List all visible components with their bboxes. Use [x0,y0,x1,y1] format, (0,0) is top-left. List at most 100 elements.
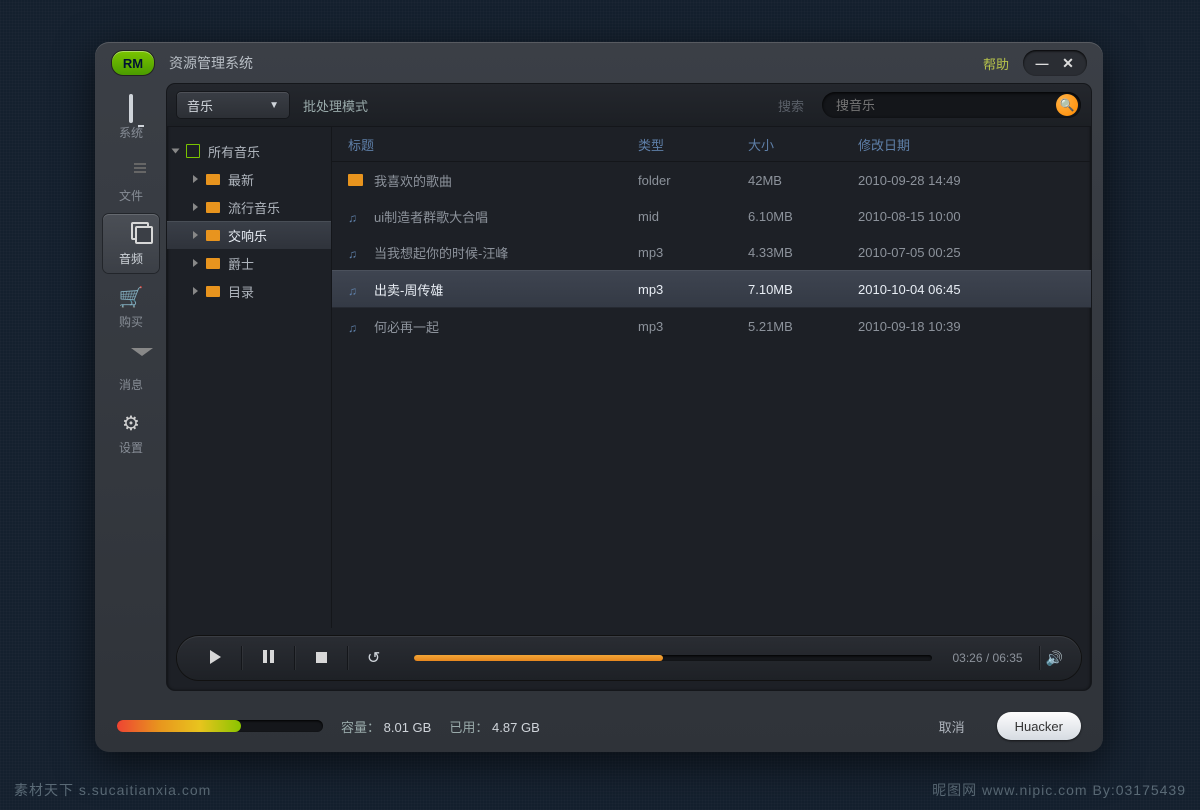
tree-item-pop[interactable]: 流行音乐 [167,193,331,221]
user-pill[interactable]: Huacker [997,712,1081,740]
music-note-icon: ♫ [348,321,366,335]
batch-mode-label[interactable]: 批处理模式 [303,96,368,115]
cell-size: 4.33MB [748,245,858,260]
tree-item-label: 最新 [228,170,254,189]
col-date[interactable]: 修改日期 [858,135,1075,154]
cell-title: 我喜欢的歌曲 [374,174,452,189]
tree-item-label: 爵士 [228,254,254,273]
sidebar: 系统 文件 音频 🛒 购买 消息 ⚙ 设置 [95,84,167,690]
tree-item-jazz[interactable]: 爵士 [167,249,331,277]
folder-icon [206,174,220,185]
tree-item-label: 所有音乐 [208,142,260,161]
toolbar: 音乐 ▼ 批处理模式 搜索 🔍 [167,84,1091,127]
music-note-icon: ♫ [348,211,366,225]
titlebar: RM 资源管理系统 帮助 — ✕ [95,42,1103,84]
search-box: 🔍 [822,92,1081,118]
cancel-button[interactable]: 取消 [939,717,965,736]
category-dropdown[interactable]: 音乐 ▼ [177,92,289,118]
table-row[interactable]: 我喜欢的歌曲 folder42MB2010-09-28 14:49 [332,162,1091,198]
capacity-info: 容量： 8.01 GB 已用： 4.87 GB [341,717,540,736]
col-type[interactable]: 类型 [638,135,748,154]
cell-date: 2010-07-05 00:25 [858,245,1075,260]
repeat-icon: ↻ [367,648,380,668]
app-window: RM 资源管理系统 帮助 — ✕ 系统 文件 音频 🛒 购买 [95,42,1103,752]
play-button[interactable] [195,650,235,667]
sidebar-item-label: 音频 [103,250,159,267]
chevron-down-icon [172,149,180,154]
volume-button[interactable]: 🔊 [1046,650,1063,667]
chevron-right-icon [193,203,198,211]
minimize-button[interactable]: — [1029,53,1055,73]
folder-tree: 所有音乐 最新 流行音乐 交响乐 [167,127,332,628]
tree-item-label: 流行音乐 [228,198,280,217]
stop-button[interactable] [301,650,341,666]
search-input[interactable] [834,97,1056,114]
cell-size: 42MB [748,173,858,188]
tree-item-latest[interactable]: 最新 [167,165,331,193]
music-root-icon [186,144,200,158]
cart-icon: 🛒 [103,285,159,311]
watermark-right: 昵图网 www.nipic.com By:03175439 [932,780,1186,800]
tree-item-catalog[interactable]: 目录 [167,277,331,305]
table-header: 标题 类型 大小 修改日期 [332,127,1091,162]
tree-item-label: 目录 [228,282,254,301]
sidebar-item-buy[interactable]: 🛒 购买 [103,277,159,336]
search-icon: 🔍 [1060,98,1075,112]
sidebar-item-settings[interactable]: ⚙ 设置 [103,403,159,462]
pause-button[interactable] [248,650,288,666]
sidebar-item-label: 设置 [103,439,159,456]
col-title[interactable]: 标题 [348,135,638,154]
pause-icon [263,650,274,663]
folder-icon [348,174,366,189]
sidebar-item-messages[interactable]: 消息 [103,340,159,399]
progress-bar[interactable] [414,655,932,661]
chevron-right-icon [193,175,198,183]
cell-size: 7.10MB [748,282,858,297]
cell-date: 2010-10-04 06:45 [858,282,1075,297]
cell-type: folder [638,173,748,188]
search-button[interactable]: 🔍 [1056,94,1078,116]
mail-icon [103,348,159,374]
table-row[interactable]: ♫ 当我想起你的时候-汪峰 mp34.33MB2010-07-05 00:25 [332,234,1091,270]
cell-title: 当我想起你的时候-汪峰 [374,246,508,261]
tree-root[interactable]: 所有音乐 [167,137,331,165]
main-panel: 音乐 ▼ 批处理模式 搜索 🔍 所有 [167,84,1091,690]
folder-icon [206,230,220,241]
chevron-right-icon [193,287,198,295]
gear-icon: ⚙ [103,411,159,437]
folder-icon [206,286,220,297]
footer: 容量： 8.01 GB 已用： 4.87 GB 取消 Huacker [95,700,1103,752]
cell-date: 2010-08-15 10:00 [858,209,1075,224]
help-link[interactable]: 帮助 [983,54,1009,73]
cell-date: 2010-09-18 10:39 [858,319,1075,334]
table-row[interactable]: ♫ ui制造者群歌大合唱 mid6.10MB2010-08-15 10:00 [332,198,1091,234]
tree-item-symphony[interactable]: 交响乐 [167,221,331,249]
cell-size: 5.21MB [748,319,858,334]
sidebar-item-audio[interactable]: 音频 [103,214,159,273]
file-icon [103,159,159,185]
watermark-left: 素材天下 s.sucaitianxia.com [14,780,211,800]
cell-type: mid [638,209,748,224]
cell-type: mp3 [638,282,748,297]
sidebar-item-system[interactable]: 系统 [103,88,159,147]
chevron-down-icon: ▼ [269,100,279,111]
cell-type: mp3 [638,245,748,260]
search-label: 搜索 [778,96,804,115]
table-row[interactable]: ♫出卖-周传雄mp37.10MB2010-10-04 06:45 [332,270,1091,308]
file-table: 标题 类型 大小 修改日期 我喜欢的歌曲 folder42MB2010-09-28… [332,127,1091,628]
play-icon [210,650,221,664]
app-title: 资源管理系统 [169,53,253,73]
cell-title: ui制造者群歌大合唱 [374,210,488,225]
cell-size: 6.10MB [748,209,858,224]
sidebar-item-label: 消息 [103,376,159,393]
repeat-button[interactable]: ↻ [354,648,394,668]
table-row[interactable]: ♫何必再一起mp35.21MB2010-09-18 10:39 [332,308,1091,344]
cell-date: 2010-09-28 14:49 [858,173,1075,188]
col-size[interactable]: 大小 [748,135,858,154]
capacity-fill [117,720,241,732]
sidebar-item-label: 文件 [103,187,159,204]
sidebar-item-files[interactable]: 文件 [103,151,159,210]
music-note-icon: ♫ [348,247,366,261]
close-button[interactable]: ✕ [1055,53,1081,73]
folder-icon [206,258,220,269]
